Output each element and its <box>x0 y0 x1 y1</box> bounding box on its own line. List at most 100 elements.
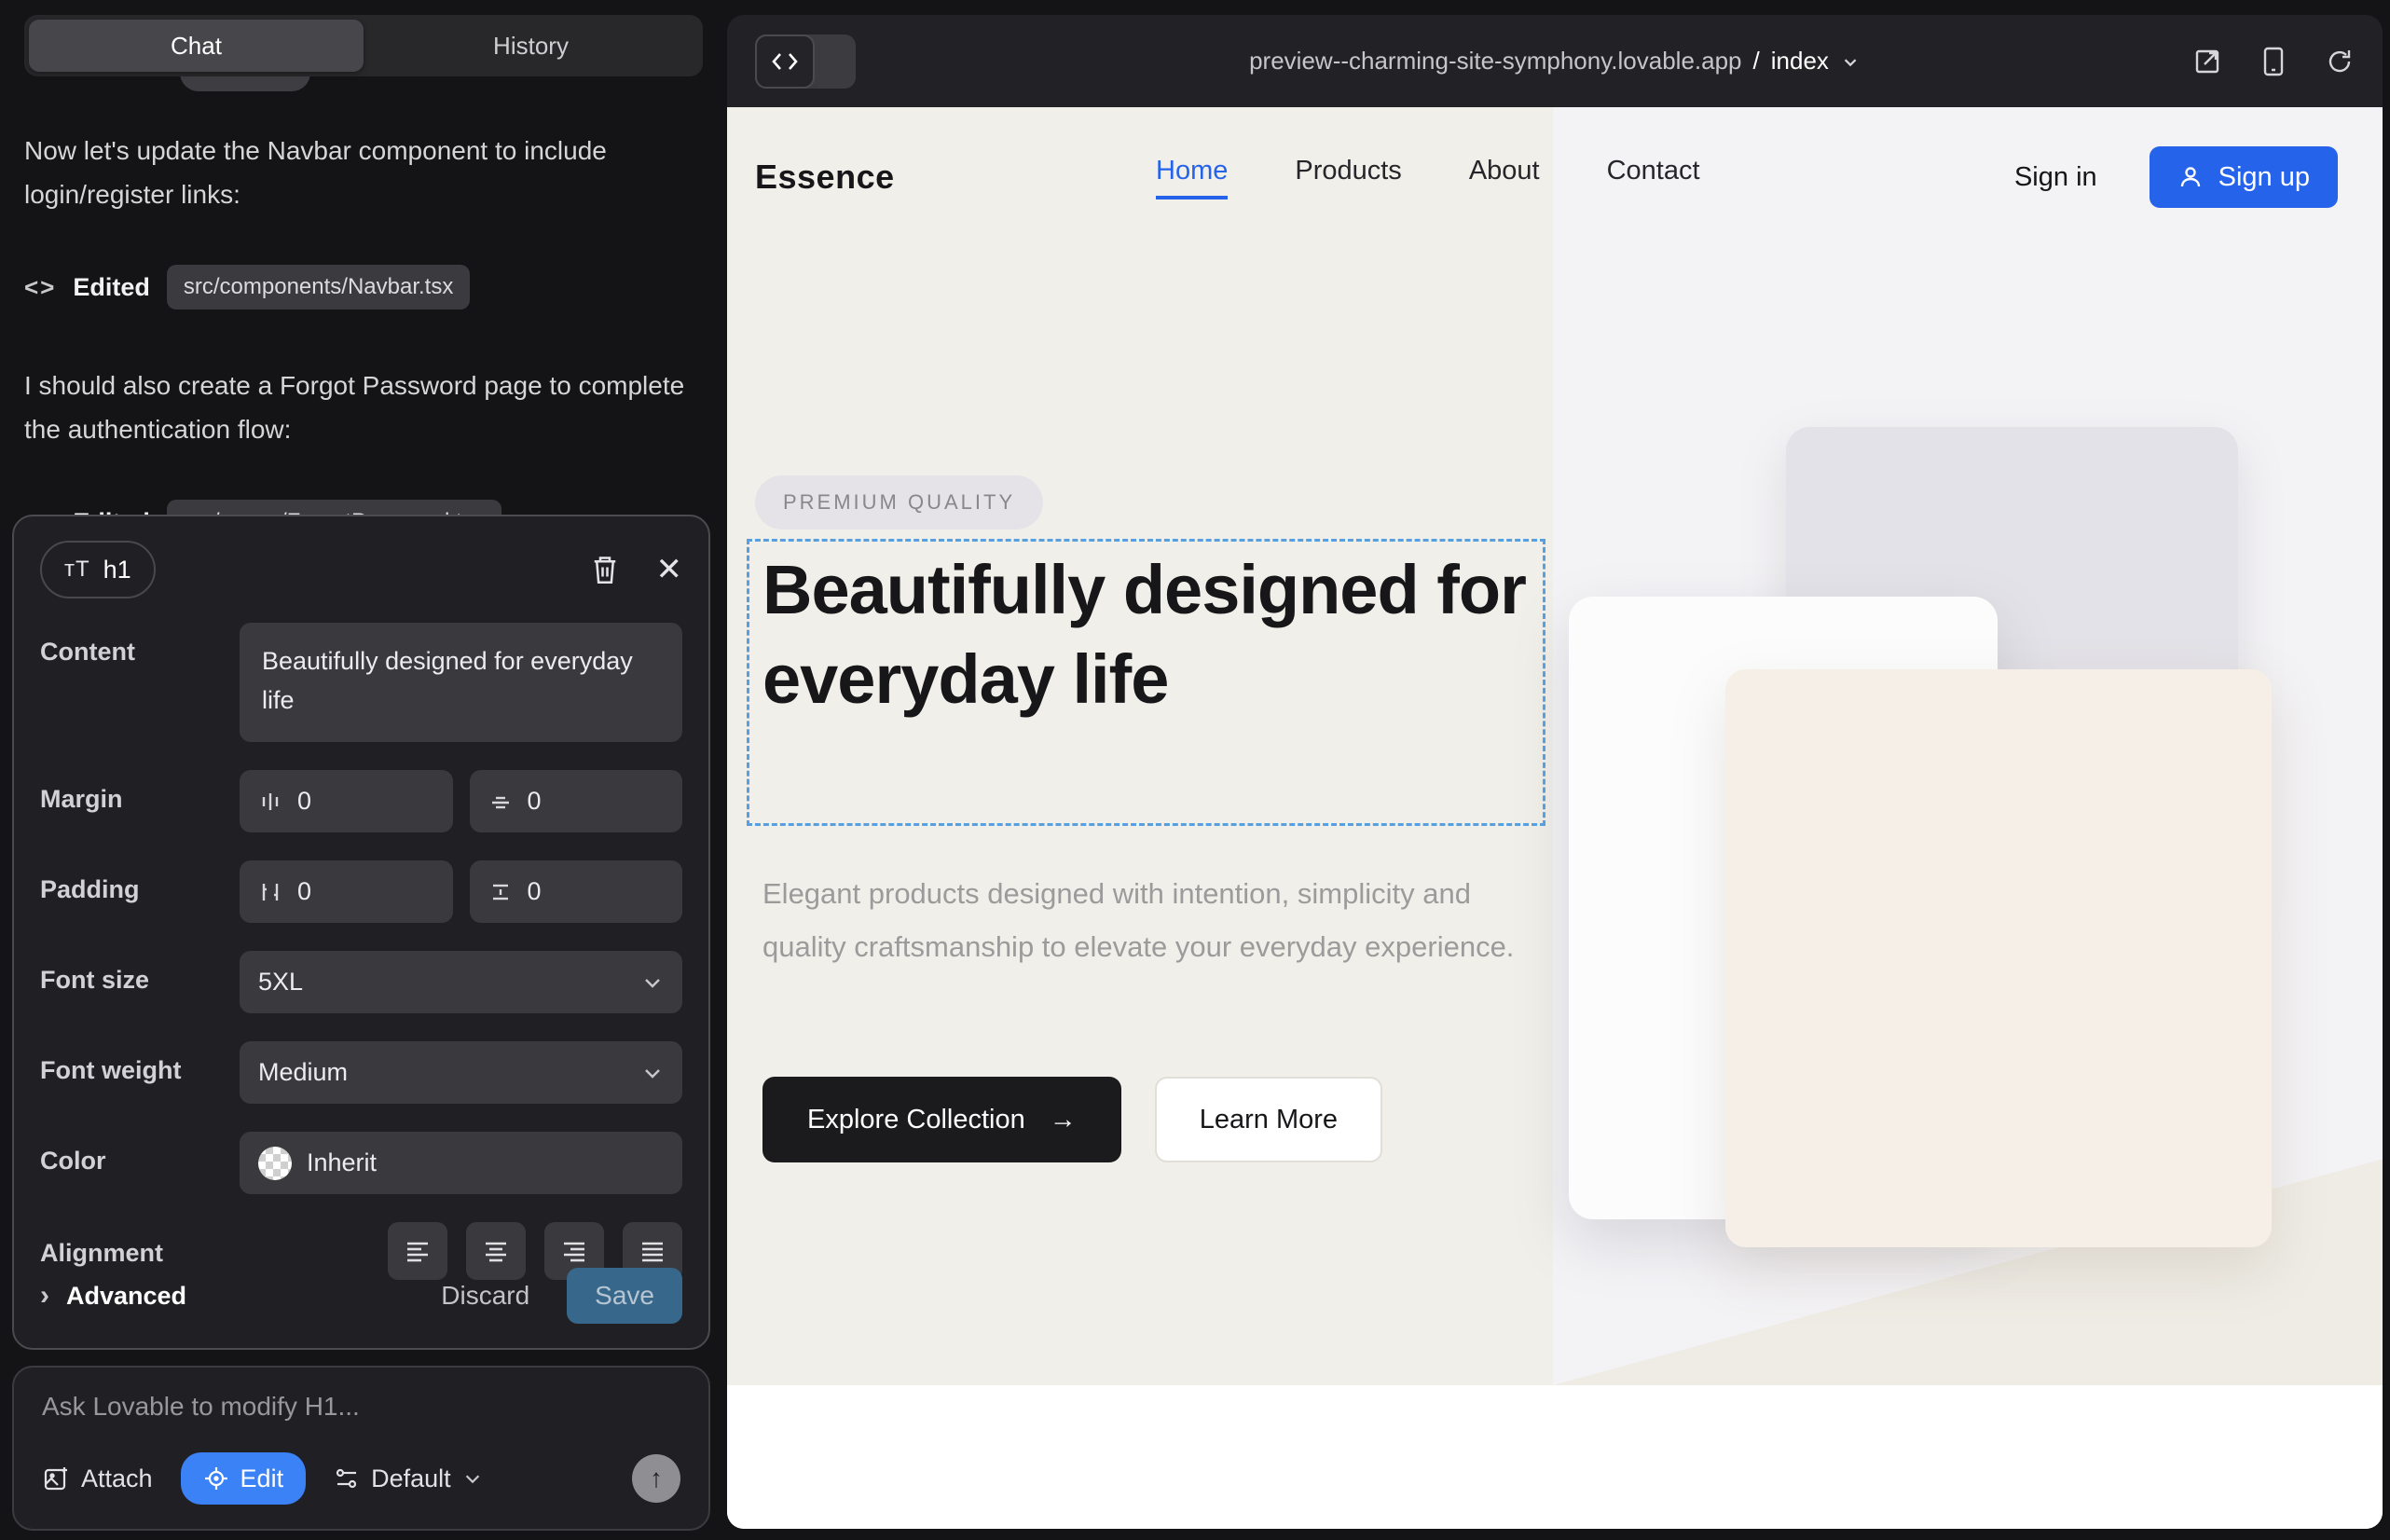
mobile-view-button[interactable] <box>2261 46 2286 77</box>
align-justify-icon <box>639 1239 666 1263</box>
tab-chat[interactable]: Chat <box>29 20 364 72</box>
chevron-down-icon <box>1840 51 1861 72</box>
color-label: Color <box>40 1132 240 1176</box>
close-editor-button[interactable]: ✕ <box>656 551 683 588</box>
padding-horizontal-input[interactable]: 0 <box>240 860 453 923</box>
margin-vertical-input[interactable]: 0 <box>470 770 683 832</box>
sign-in-button[interactable]: Sign in <box>2014 162 2097 193</box>
font-size-select[interactable]: 5XL <box>240 951 682 1013</box>
sliders-icon <box>334 1465 360 1492</box>
save-button[interactable]: Save <box>567 1268 682 1324</box>
nav-link-about[interactable]: About <box>1469 156 1540 199</box>
color-row: Color Inherit <box>40 1132 682 1194</box>
margin-horizontal-icon <box>258 790 282 814</box>
chevron-down-icon <box>641 971 664 994</box>
refresh-icon <box>2325 47 2355 76</box>
refresh-button[interactable] <box>2325 47 2355 76</box>
code-preview-toggle[interactable] <box>755 34 856 89</box>
code-icon <box>755 34 815 89</box>
element-editor-panel: тT h1 ✕ Content Beautifully designed for… <box>12 515 710 1350</box>
hero-badge: PREMIUM QUALITY <box>755 475 1043 529</box>
site-logo[interactable]: Essence <box>755 158 1156 197</box>
editor-header: тT h1 ✕ <box>40 541 682 598</box>
advanced-toggle[interactable]: › Advanced <box>40 1280 186 1312</box>
learn-more-button[interactable]: Learn More <box>1155 1077 1382 1162</box>
align-center-icon <box>482 1239 510 1263</box>
nav-link-products[interactable]: Products <box>1295 156 1401 199</box>
align-left-icon <box>404 1239 432 1263</box>
composer-input[interactable] <box>42 1392 680 1422</box>
padding-vertical-icon <box>488 880 513 904</box>
font-weight-select[interactable]: Medium <box>240 1041 682 1104</box>
selected-element-pill[interactable]: тT h1 <box>40 541 156 598</box>
sign-up-button[interactable]: Sign up <box>2150 146 2338 208</box>
edited-file-row: <> Edited src/pages/ForgotPassword.tsx <box>24 500 701 515</box>
chevron-down-icon <box>462 1468 483 1489</box>
hero-heading[interactable]: Beautifully designed for everyday life <box>762 545 1545 724</box>
target-icon <box>203 1465 229 1492</box>
font-size-label: Font size <box>40 951 240 995</box>
edited-label: Edited <box>73 273 150 302</box>
edited-file-row: <> Edited src/components/Navbar.tsx <box>24 265 701 309</box>
font-weight-label: Font weight <box>40 1041 240 1085</box>
color-swatch <box>258 1147 292 1180</box>
padding-vertical-input[interactable]: 0 <box>470 860 683 923</box>
typography-icon: тT <box>64 557 90 583</box>
discard-button[interactable]: Discard <box>441 1281 529 1311</box>
user-icon <box>2177 164 2204 190</box>
mobile-icon <box>2261 46 2286 77</box>
hero-paragraph[interactable]: Elegant products designed with intention… <box>762 867 1527 973</box>
font-size-row: Font size 5XL <box>40 951 682 1013</box>
assistant-message: I should also create a Forgot Password p… <box>24 364 686 451</box>
site-navbar: Essence Home Products About Contact Sign… <box>727 107 2383 247</box>
edit-mode-button[interactable]: Edit <box>181 1452 307 1505</box>
attach-image-icon <box>42 1464 70 1492</box>
open-in-new-tab-button[interactable] <box>2192 47 2222 76</box>
edited-file-chip[interactable]: src/pages/ForgotPassword.tsx <box>167 500 501 515</box>
color-select[interactable]: Inherit <box>240 1132 682 1194</box>
explore-collection-button[interactable]: Explore Collection → <box>762 1077 1121 1162</box>
code-icon: <> <box>24 273 56 302</box>
browser-chrome: preview--charming-site-symphony.lovable.… <box>727 15 2383 107</box>
edited-file-chip[interactable]: src/components/Navbar.tsx <box>167 265 470 309</box>
delete-element-button[interactable] <box>591 554 619 585</box>
margin-vertical-icon <box>488 790 513 814</box>
chevron-right-icon: › <box>40 1280 49 1312</box>
nav-link-home[interactable]: Home <box>1156 156 1228 199</box>
padding-row: Padding 0 0 <box>40 860 682 923</box>
margin-row: Margin 0 0 <box>40 770 682 832</box>
alignment-label: Alignment <box>40 1222 240 1268</box>
trash-icon <box>591 554 619 585</box>
url-separator: / <box>1753 47 1760 76</box>
content-input[interactable]: Beautifully designed for everyday life <box>240 623 682 742</box>
app-root: Chat History Now let's update the Navbar… <box>0 0 2390 1540</box>
content-label: Content <box>40 623 240 667</box>
chat-message-list[interactable]: Now let's update the Navbar component to… <box>12 76 710 515</box>
padding-horizontal-icon <box>258 880 282 904</box>
preview-browser: preview--charming-site-symphony.lovable.… <box>727 15 2383 1529</box>
default-mode-button[interactable]: Default <box>334 1464 483 1493</box>
url-page: index <box>1771 47 1829 76</box>
edited-label: Edited <box>73 508 150 516</box>
tab-history[interactable]: History <box>364 20 698 72</box>
decor-card-cream <box>1725 669 2272 1247</box>
font-weight-row: Font weight Medium <box>40 1041 682 1104</box>
url-bar[interactable]: preview--charming-site-symphony.lovable.… <box>1249 47 1861 76</box>
attach-button[interactable]: Attach <box>42 1464 153 1493</box>
url-domain: preview--charming-site-symphony.lovable.… <box>1249 47 1741 76</box>
chat-panel: Chat History Now let's update the Navbar… <box>0 0 727 1540</box>
arrow-up-icon: ↑ <box>650 1464 663 1492</box>
code-icon: <> <box>24 508 56 516</box>
margin-horizontal-input[interactable]: 0 <box>240 770 453 832</box>
nav-link-contact[interactable]: Contact <box>1607 156 1700 199</box>
padding-label: Padding <box>40 860 240 904</box>
send-button[interactable]: ↑ <box>632 1454 680 1503</box>
external-link-icon <box>2192 47 2222 76</box>
element-tag: h1 <box>103 556 131 584</box>
arrow-right-icon: → <box>1050 1105 1077 1135</box>
preview-area: preview--charming-site-symphony.lovable.… <box>727 0 2390 1540</box>
chat-history-tabbar: Chat History <box>24 15 703 76</box>
composer-card: Attach Edit Default ↑ <box>12 1366 710 1531</box>
margin-label: Margin <box>40 770 240 814</box>
site-viewport: Essence Home Products About Contact Sign… <box>727 107 2383 1529</box>
